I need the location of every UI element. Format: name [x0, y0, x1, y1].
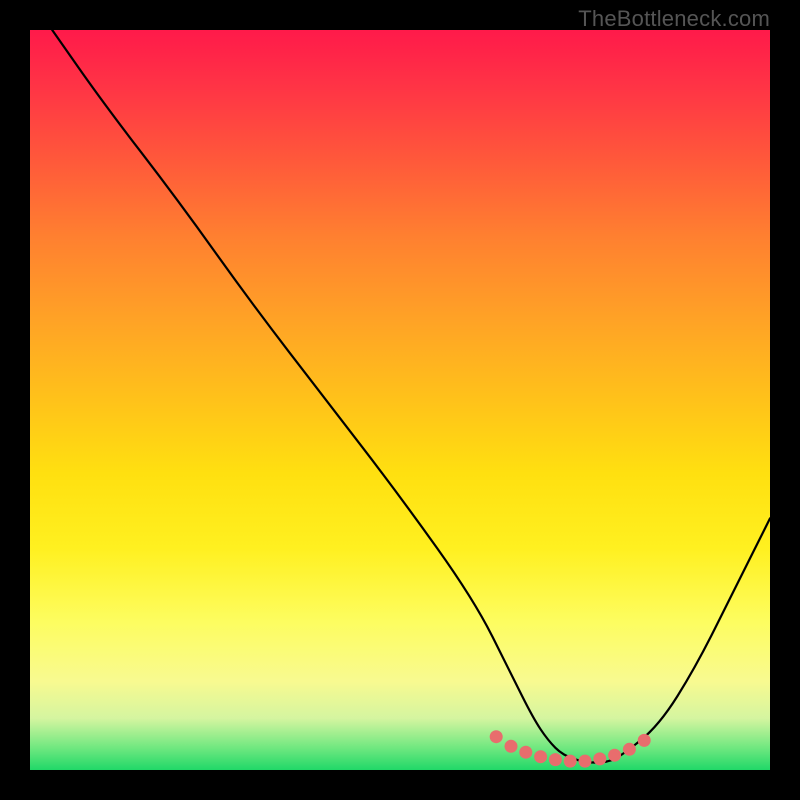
chart-svg [30, 30, 770, 770]
marker-dot [534, 750, 547, 763]
marker-dot [593, 752, 606, 765]
marker-dot [505, 740, 518, 753]
chart-container: TheBottleneck.com [0, 0, 800, 800]
marker-dot [579, 755, 592, 768]
marker-dot [564, 755, 577, 768]
marker-dot [549, 753, 562, 766]
plot-area [30, 30, 770, 770]
marker-dot [638, 734, 651, 747]
marker-dot [608, 749, 621, 762]
watermark-label: TheBottleneck.com [578, 6, 770, 32]
marker-dot [490, 730, 503, 743]
optimal-range-markers [490, 730, 651, 767]
marker-dot [623, 743, 636, 756]
marker-dot [519, 746, 532, 759]
bottleneck-curve [52, 30, 770, 763]
